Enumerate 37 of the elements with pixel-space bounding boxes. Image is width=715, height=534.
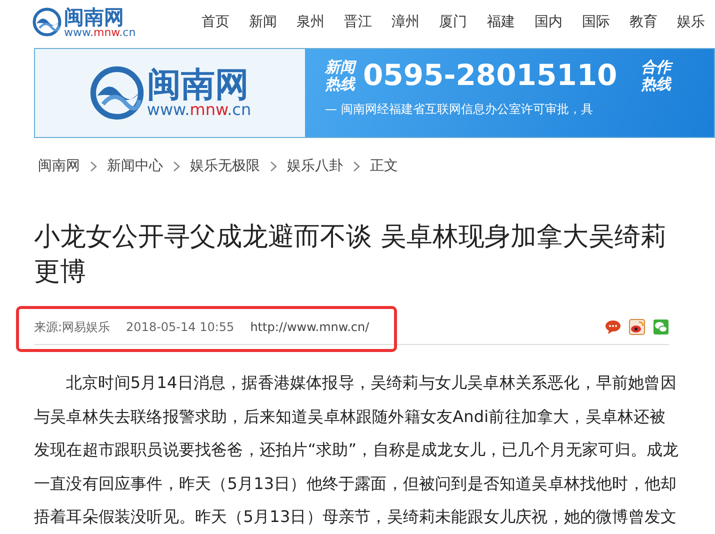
logo-url: www.mnw.cn bbox=[146, 102, 252, 118]
nav-link[interactable]: 国际 bbox=[572, 12, 620, 32]
article-title: 小龙女公开寻父成龙避而不谈 吴卓林现身加拿大吴绮莉更博 bbox=[34, 221, 668, 289]
nav-link[interactable]: 漳州 bbox=[382, 12, 430, 32]
chevron-icon bbox=[173, 161, 180, 172]
article-source: 来源:网易娱乐 bbox=[34, 319, 110, 336]
banner-tagline: — 闽南网经福建省互联网信息办公室许可审批，具 bbox=[325, 101, 594, 118]
nav-link[interactable]: 厦门 bbox=[429, 12, 478, 32]
breadcrumb-link[interactable]: 闽南网 bbox=[38, 156, 80, 177]
nav-link[interactable]: 国内 bbox=[524, 12, 572, 32]
hotline-number: 0595-28015110 bbox=[363, 61, 618, 90]
article-time: 2018-05-14 10:55 bbox=[126, 319, 234, 336]
chevron-icon bbox=[270, 161, 277, 172]
hotline-label: 新闻 热线 bbox=[325, 59, 355, 92]
logo-icon bbox=[88, 65, 145, 121]
breadcrumb-link[interactable]: 娱乐八卦 bbox=[287, 156, 343, 177]
nav-link[interactable]: 新闻 bbox=[239, 12, 287, 32]
chevron-icon bbox=[353, 161, 360, 172]
nav-link[interactable]: 首页 bbox=[191, 12, 240, 32]
nav-link[interactable]: 泉州 bbox=[286, 12, 334, 32]
nav-link[interactable]: 教育 bbox=[620, 12, 668, 32]
nav-link[interactable]: 晋江 bbox=[334, 12, 382, 32]
chat-bubbles-icon[interactable] bbox=[653, 319, 669, 335]
speech-bubble-icon[interactable] bbox=[605, 319, 621, 335]
article-url[interactable]: http://www.mnw.cn/ bbox=[250, 318, 370, 336]
nav-link[interactable]: 福建 bbox=[477, 12, 525, 32]
logo-url: www.mnw.cn bbox=[64, 26, 136, 38]
hotline-label: 合作 热线 bbox=[641, 59, 672, 92]
breadcrumb-link[interactable]: 新闻中心 bbox=[107, 156, 163, 177]
chevron-icon bbox=[90, 161, 97, 172]
article-paragraph: 北京时间5月14日消息，据香港媒体报导，吴绮莉与女儿吴卓林关系恶化，早前她曾因与吴卓林失去联络报警求助，后来知道吴卓林跟随外籍女友Andi前往加拿大，吴卓林还被发现在超市跟职员说要找爸爸，还拍片“求助”，自称是成龙女儿，已几个月无家可归。成龙一直没有回应事件，昨天（5月13日）他终于露面，但被问到是否知道吴卓林找他时，他却捂着耳朵假装没听见。昨天（5月13日）母亲节，吴绮莉未能跟女儿庆祝，她的微博曾发文 bbox=[34, 372, 680, 528]
breadcrumb-link[interactable]: 娱乐无极限 bbox=[190, 156, 260, 177]
logo-text: 闽南网 bbox=[64, 6, 125, 26]
swirl-square-icon[interactable] bbox=[629, 319, 645, 335]
nav-link[interactable]: 娱乐 bbox=[667, 12, 715, 32]
logo-text: 闽南网 bbox=[146, 68, 250, 102]
logo-icon bbox=[32, 7, 62, 37]
